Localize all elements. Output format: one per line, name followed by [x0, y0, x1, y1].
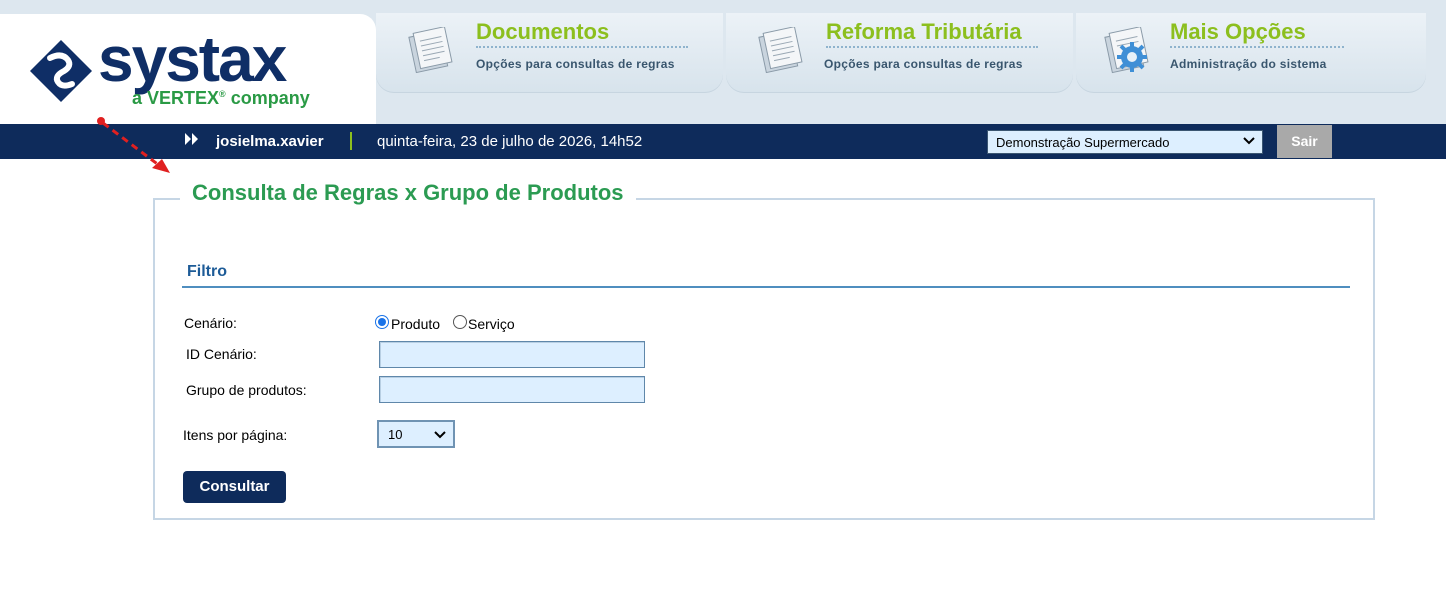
nav-tab-reforma-tributaria[interactable]: Reforma Tributária Opções para consultas…	[726, 13, 1073, 93]
nav-tab-title: Mais Opções	[1170, 19, 1306, 44]
separator	[350, 132, 352, 150]
nav-tab-title: Documentos	[476, 19, 610, 44]
nav-tab-title: Reforma Tributária	[826, 19, 1022, 44]
logout-button[interactable]: Sair	[1277, 125, 1332, 158]
radio-servico-label[interactable]: Serviço	[468, 316, 515, 332]
annotation-arrow-icon	[97, 117, 170, 173]
systax-logo-mark-icon	[30, 40, 92, 102]
chevron-down-icon	[434, 431, 446, 439]
consultar-button[interactable]: Consultar	[183, 471, 286, 503]
itens-por-pagina-label: Itens por página:	[183, 427, 288, 443]
logo[interactable]: systax a VERTEX® company	[0, 14, 376, 124]
document-stack-icon	[408, 27, 453, 73]
id-cenario-input[interactable]	[379, 341, 645, 368]
itens-por-pagina-value: 10	[388, 427, 403, 442]
nav-tab-mais-opcoes[interactable]: Mais Opções Administração do sistema	[1076, 13, 1426, 93]
grupo-produtos-input[interactable]	[379, 376, 645, 403]
section-divider	[182, 286, 1350, 288]
user-bar-end	[1332, 124, 1446, 159]
nav-tab-subtitle: Opções para consultas de regras	[476, 57, 675, 71]
gear-document-icon	[1104, 27, 1149, 74]
grupo-produtos-label: Grupo de produtos:	[186, 382, 307, 398]
username: josielma.xavier	[216, 133, 324, 150]
logo-wordmark: systax	[98, 23, 287, 95]
cenario-label: Cenário:	[184, 315, 237, 331]
radio-produto[interactable]	[375, 315, 389, 329]
app-header: systax a VERTEX® company Documentos Opçõ…	[0, 0, 1446, 124]
document-stack-icon	[758, 27, 803, 73]
radio-produto-label[interactable]: Produto	[391, 316, 440, 332]
company-select-value: Demonstração Supermercado	[996, 135, 1170, 150]
nav-tab-divider	[476, 46, 688, 48]
nav-tab-divider	[826, 46, 1038, 48]
main-panel	[153, 198, 1375, 520]
nav-tab-subtitle: Administração do sistema	[1170, 57, 1327, 71]
nav-tab-subtitle: Opções para consultas de regras	[824, 57, 1023, 71]
current-datetime: quinta-feira, 23 de julho de 2026, 14h52	[377, 133, 643, 150]
double-chevron-right-icon	[185, 133, 198, 145]
logo-tagline: a VERTEX® company	[132, 88, 310, 108]
radio-servico[interactable]	[453, 315, 467, 329]
nav-tab-documentos[interactable]: Documentos Opções para consultas de regr…	[376, 13, 723, 93]
nav-tab-divider	[1170, 46, 1344, 48]
company-select[interactable]: Demonstração Supermercado	[987, 130, 1263, 154]
section-title-filtro: Filtro	[187, 263, 227, 280]
itens-por-pagina-select[interactable]: 10	[377, 420, 455, 448]
id-cenario-label: ID Cenário:	[186, 346, 257, 362]
chevron-down-icon	[1243, 137, 1255, 145]
page-title: Consulta de Regras x Grupo de Produtos	[180, 180, 636, 206]
